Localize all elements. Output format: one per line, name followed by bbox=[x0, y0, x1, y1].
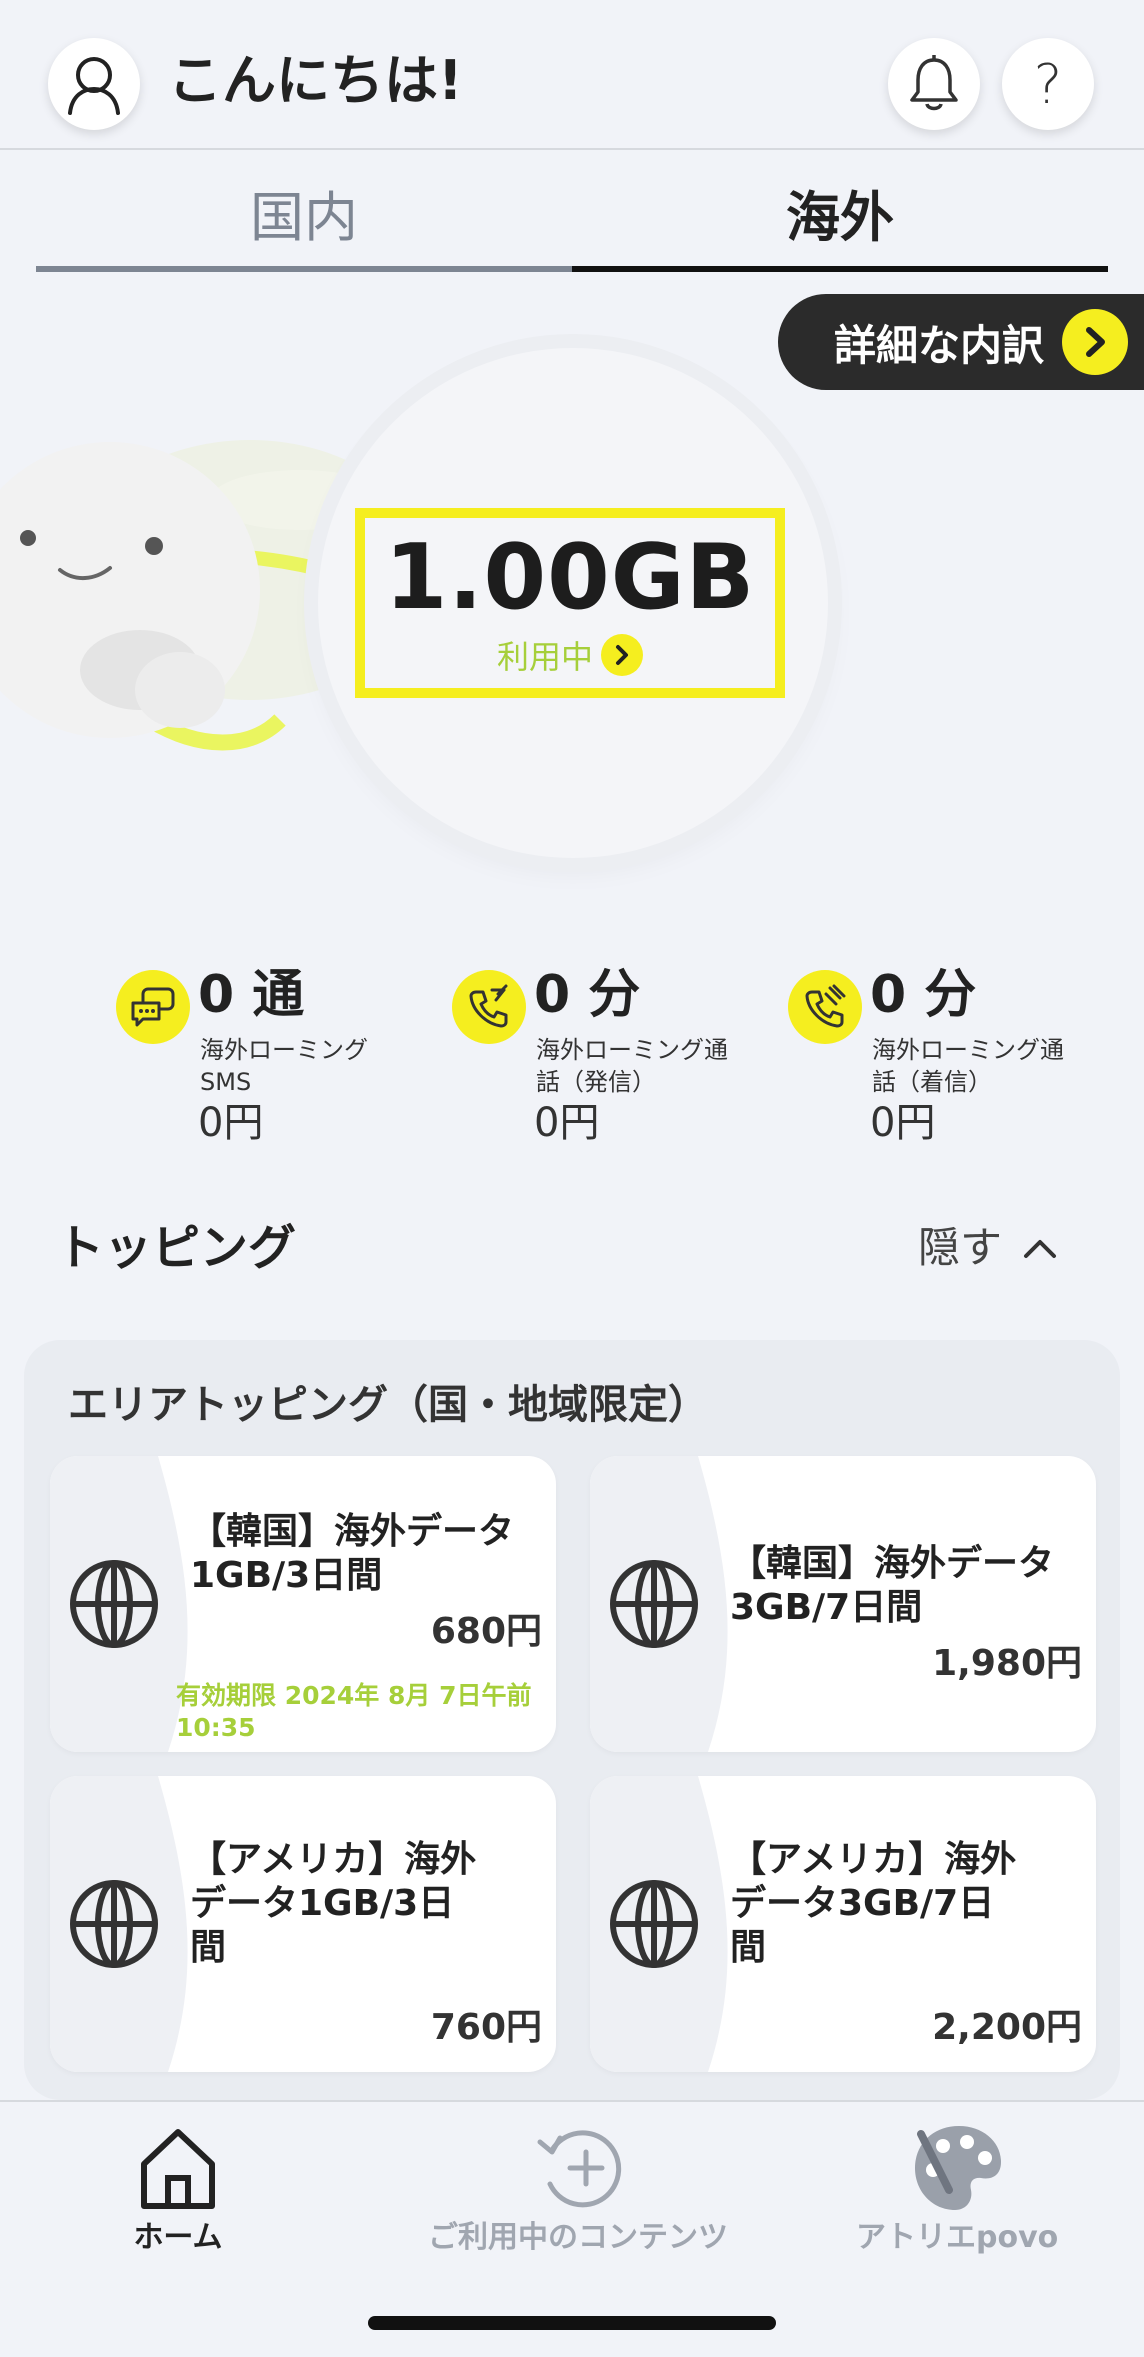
chevron-right-icon bbox=[601, 634, 643, 676]
card-title: 【アメリカ】海外データ1GB/3日間 bbox=[190, 1839, 477, 1968]
stat-price: 0円 bbox=[198, 1100, 264, 1146]
greeting-title: こんにちは! bbox=[168, 49, 463, 112]
card-expiry: 有効期限 2024年 8月 7日午前10:35 bbox=[176, 1681, 532, 1742]
tab-domestic[interactable]: 国内 bbox=[36, 152, 572, 272]
stat-value: 0 分 bbox=[870, 965, 977, 1025]
area-topping-title: エリアトッピング（国・地域限定） bbox=[68, 1382, 708, 1428]
data-usage-display[interactable]: 1.00GB 利用中 bbox=[355, 508, 785, 698]
globe-icon bbox=[70, 1880, 158, 1968]
hide-toggle-label: 隠す bbox=[918, 1223, 1003, 1272]
region-tabs: 国内 海外 bbox=[36, 152, 1108, 272]
palette-icon bbox=[909, 2120, 1005, 2216]
tab-label: 国内 bbox=[250, 185, 358, 249]
nav-label: ご利用中のコンテンツ bbox=[428, 2220, 728, 2255]
bell-icon bbox=[910, 55, 958, 111]
usage-hero: 1.00GB 利用中 bbox=[0, 330, 1144, 890]
stat-label: 海外ローミング通話（着信） bbox=[872, 1036, 1064, 1096]
nav-home[interactable]: ホーム bbox=[130, 2120, 226, 2258]
tab-label: 海外 bbox=[786, 185, 894, 249]
nav-label: アトリエpovo bbox=[856, 2220, 1059, 2255]
home-icon bbox=[130, 2120, 226, 2216]
chevron-up-icon bbox=[1024, 1240, 1057, 1258]
card-price: 680円 bbox=[430, 1611, 542, 1652]
phone-incoming-icon bbox=[788, 970, 862, 1044]
stat-label: 海外ローミングSMS bbox=[200, 1036, 368, 1096]
nav-label: ホーム bbox=[133, 2220, 223, 2255]
tab-overseas[interactable]: 海外 bbox=[572, 152, 1108, 272]
user-icon bbox=[68, 57, 120, 115]
notifications-button[interactable] bbox=[888, 38, 980, 130]
add-content-icon bbox=[530, 2120, 626, 2216]
topping-section-title: トッピング bbox=[56, 1220, 297, 1276]
topping-card-usa-1gb[interactable]: 【アメリカ】海外データ1GB/3日間 760円 bbox=[50, 1776, 556, 2072]
stat-price: 0円 bbox=[870, 1100, 936, 1146]
globe-icon bbox=[610, 1560, 698, 1648]
card-price: 2,200円 bbox=[932, 2007, 1082, 2048]
sms-icon bbox=[116, 970, 190, 1044]
hide-topping-toggle[interactable]: 隠す bbox=[918, 1216, 1058, 1280]
stat-price: 0円 bbox=[534, 1100, 600, 1146]
card-price: 760円 bbox=[430, 2007, 542, 2048]
usage-status-label: 利用中 bbox=[496, 638, 593, 676]
globe-icon bbox=[70, 1560, 158, 1648]
phone-outgoing-icon bbox=[452, 970, 526, 1044]
avatar-button[interactable] bbox=[48, 38, 140, 130]
stat-value: 0 通 bbox=[198, 965, 305, 1025]
roaming-stats: 0 通 海外ローミングSMS 0円 0 分 海外ローミング通話（発信） 0円 0… bbox=[116, 960, 1116, 1160]
topping-card-korea-3gb[interactable]: 【韓国】海外データ3GB/7日間 1,980円 bbox=[590, 1456, 1096, 1752]
card-price: 1,980円 bbox=[932, 1643, 1082, 1684]
card-title: 【韓国】海外データ3GB/7日間 bbox=[730, 1543, 1055, 1628]
usage-status-link[interactable]: 利用中 bbox=[497, 632, 643, 678]
globe-icon bbox=[610, 1880, 698, 1968]
stat-value: 0 分 bbox=[534, 965, 641, 1025]
app-header: こんにちは! ? bbox=[0, 0, 1144, 150]
topping-card-korea-1gb[interactable]: 【韓国】海外データ1GB/3日間 680円 有効期限 2024年 8月 7日午前… bbox=[50, 1456, 556, 1752]
home-indicator bbox=[368, 2316, 776, 2330]
nav-contents[interactable]: ご利用中のコンテンツ bbox=[428, 2120, 728, 2258]
card-title: 【アメリカ】海外データ3GB/7日間 bbox=[730, 1839, 1017, 1968]
nav-atelier-povo[interactable]: アトリエpovo bbox=[856, 2120, 1058, 2258]
card-title: 【韓国】海外データ1GB/3日間 bbox=[190, 1511, 515, 1596]
help-button[interactable]: ? bbox=[1002, 38, 1094, 130]
data-usage-value: 1.00GB bbox=[384, 525, 756, 630]
help-icon: ? bbox=[1033, 52, 1063, 116]
topping-card-usa-3gb[interactable]: 【アメリカ】海外データ3GB/7日間 2,200円 bbox=[590, 1776, 1096, 2072]
stat-label: 海外ローミング通話（発信） bbox=[536, 1036, 728, 1096]
